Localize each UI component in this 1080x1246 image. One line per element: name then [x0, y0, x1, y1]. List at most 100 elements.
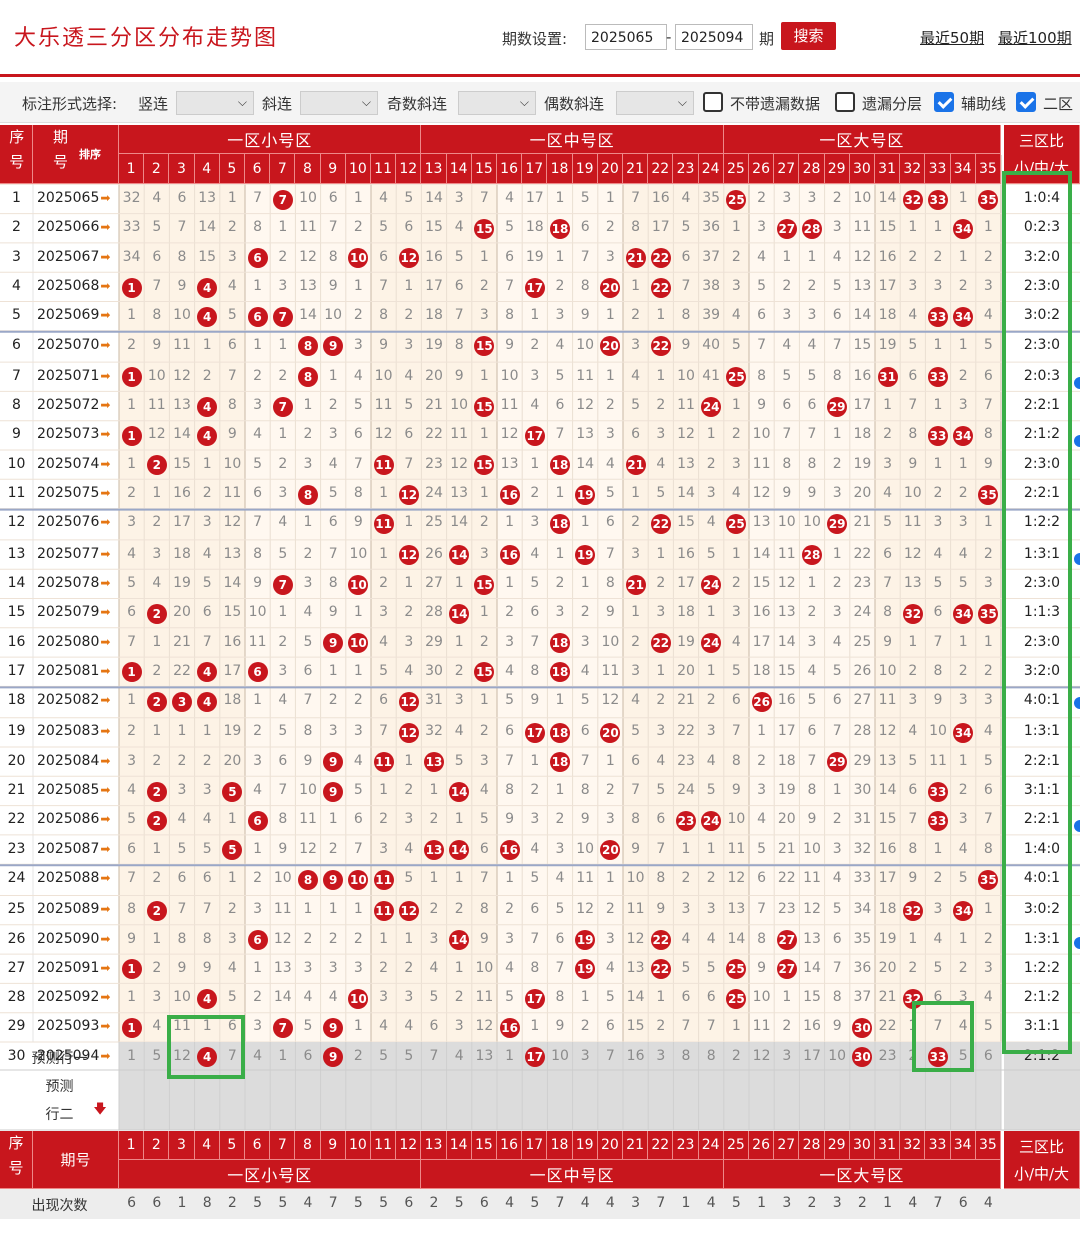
period-from-input[interactable]: 2025065 [585, 24, 667, 50]
diagonal-link-select[interactable]: ⌵ [300, 91, 378, 115]
omission-value: 8 [303, 723, 313, 740]
omission-value: 10 [475, 959, 494, 976]
odd-diagonal-select[interactable]: ⌵ [458, 91, 536, 115]
omission-value: 14 [450, 514, 469, 531]
issue-number[interactable]: 2025093➡ [37, 1018, 110, 1034]
omission-value: 12 [601, 692, 620, 709]
omission-value: 5 [983, 1018, 993, 1035]
issue-number[interactable]: 2025076➡ [37, 514, 110, 530]
issue-number[interactable]: 2025084➡ [37, 753, 110, 769]
omission-value: 7 [202, 901, 212, 918]
issue-number[interactable]: 2025089➡ [37, 901, 110, 917]
omission-value: 18 [677, 604, 695, 621]
issue-number[interactable]: 2025078➡ [37, 575, 110, 591]
footer-number-header: 6 [245, 1131, 271, 1160]
period-unit-label: 期 [759, 30, 775, 48]
omission-value: 11 [878, 692, 897, 709]
issue-number[interactable]: 2025073➡ [37, 426, 110, 442]
omission-value: 2 [152, 959, 162, 976]
omission-value: 6 [328, 190, 338, 206]
options-bar: 标注形式选择: 竖连 ⌵ 斜连 ⌵ 奇数斜连 ⌵ 偶数斜连 ⌵ 不带遗漏数据 遗… [0, 82, 1080, 123]
omission-value: 7 [379, 277, 389, 294]
issue-number[interactable]: 2025080➡ [37, 634, 110, 650]
omit-layer-checkbox[interactable] [835, 92, 855, 112]
vertical-link-select[interactable]: ⌵ [176, 91, 254, 115]
omission-value: 23 [425, 455, 443, 472]
omission-value: 2 [731, 574, 741, 591]
arrow-right-icon: ➡ [100, 191, 111, 205]
issue-number[interactable]: 2025067➡ [37, 249, 110, 265]
omission-value: 3 [555, 840, 565, 857]
issue-number[interactable]: 2025069➡ [37, 307, 110, 323]
row-index: 16 [7, 633, 26, 650]
number-column-header: 13 [421, 154, 447, 184]
number-column-header: 15 [471, 154, 497, 184]
issue-number[interactable]: 2025092➡ [37, 989, 110, 1005]
omission-value: 3 [429, 930, 439, 947]
omission-value: 2 [303, 426, 313, 443]
omission-value: 9 [605, 604, 615, 621]
issue-number[interactable]: 2025087➡ [37, 841, 110, 857]
omission-value: 2 [253, 723, 263, 740]
omission-value: 7 [681, 277, 691, 294]
drawn-number-ball: 2 [146, 603, 167, 624]
search-button[interactable]: 搜索 [781, 22, 836, 50]
omission-value: 3 [958, 692, 968, 709]
zone2-checkbox[interactable] [1016, 92, 1036, 112]
issue-number[interactable]: 2025074➡ [37, 456, 110, 472]
drawn-number-ball: 25 [726, 988, 747, 1009]
issue-number[interactable]: 2025075➡ [37, 485, 110, 501]
issue-number[interactable]: 2025077➡ [37, 546, 110, 562]
omission-value: 11 [601, 662, 620, 679]
no-omit-data-checkbox[interactable] [703, 92, 723, 112]
omission-value: 2 [958, 662, 968, 679]
omission-value: 8 [379, 307, 389, 324]
issue-number[interactable]: 2025086➡ [37, 811, 110, 827]
omission-value: 16 [878, 248, 897, 265]
omission-value: 4 [404, 367, 414, 384]
issue-number[interactable]: 2025081➡ [37, 663, 110, 679]
issue-number[interactable]: 2025088➡ [37, 870, 110, 886]
footer-number-header: 9 [320, 1131, 346, 1160]
omission-value: 17 [525, 190, 544, 206]
sort-button[interactable]: 排序 [79, 146, 101, 162]
omission-value: 1 [479, 367, 489, 384]
number-column-header: 18 [547, 154, 573, 184]
omission-value: 6 [832, 307, 842, 324]
arrow-down-icon[interactable]: 🡇 [92, 1100, 108, 1122]
issue-number[interactable]: 2025090➡ [37, 931, 110, 947]
count-value: 1 [883, 1195, 893, 1211]
drawn-number-ball: 29 [827, 513, 848, 534]
recent-50-link[interactable]: 最近50期 [920, 27, 984, 48]
omission-value: 9 [505, 811, 515, 828]
issue-number[interactable]: 2025068➡ [37, 278, 110, 294]
issue-number[interactable]: 2025065➡ [37, 190, 110, 206]
omission-value: 3 [505, 633, 515, 650]
issue-header[interactable]: 期号 排序 [33, 125, 119, 184]
issue-number-text: 2025080 [37, 633, 100, 650]
omission-value: 4 [908, 307, 918, 324]
aux-line-checkbox[interactable] [934, 92, 954, 112]
issue-number[interactable]: 2025071➡ [37, 368, 110, 384]
even-diagonal-select[interactable]: ⌵ [616, 91, 694, 115]
issue-number[interactable]: 2025091➡ [37, 960, 110, 976]
omission-value: 7 [555, 959, 565, 976]
drawn-number-ball: 33 [928, 810, 948, 831]
omission-value: 13 [450, 485, 469, 501]
recent-100-link[interactable]: 最近100期 [998, 27, 1072, 48]
issue-number[interactable]: 2025072➡ [37, 397, 110, 413]
issue-number[interactable]: 2025079➡ [37, 604, 110, 620]
omission-value: 1 [479, 604, 489, 621]
issue-number[interactable]: 2025085➡ [37, 782, 110, 798]
period-to-input[interactable]: 2025094 [675, 24, 753, 50]
omission-value: 1 [731, 1018, 741, 1035]
issue-number[interactable]: 2025083➡ [37, 723, 110, 739]
omission-value: 3 [555, 604, 565, 621]
issue-number[interactable]: 2025082➡ [37, 692, 110, 708]
omission-value: 2 [278, 633, 288, 650]
issue-number[interactable]: 2025066➡ [37, 219, 110, 235]
drawn-number-ball: 31 [877, 367, 898, 388]
omit-layer-label: 遗漏分层 [862, 95, 923, 113]
issue-number[interactable]: 2025070➡ [37, 337, 110, 353]
omission-value: 8 [757, 930, 767, 947]
